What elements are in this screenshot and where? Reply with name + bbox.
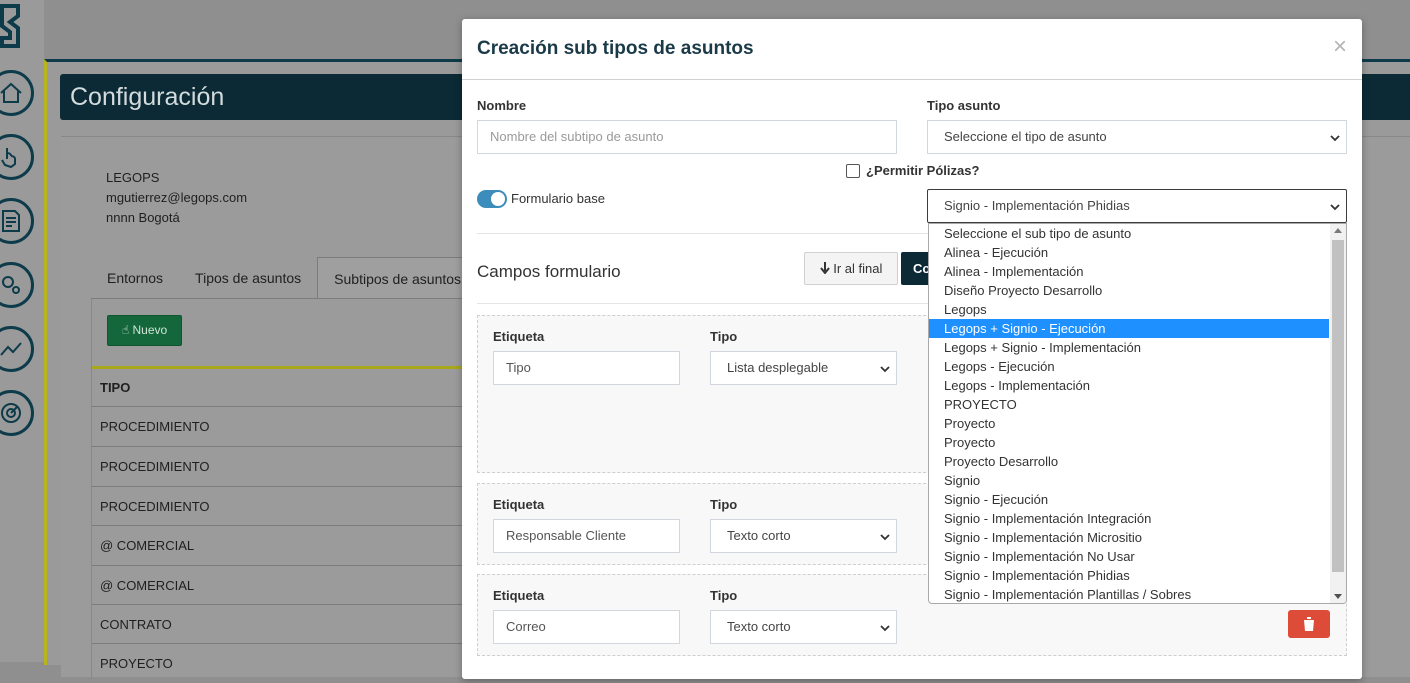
dropdown-option[interactable]: Signio - Implementación No Usar [929, 547, 1329, 566]
table-row[interactable]: PROYECTO [92, 643, 472, 682]
field-type-title: Tipo [710, 497, 738, 512]
plus-hand-icon: ☝ [121, 323, 130, 337]
name-label: Nombre [477, 98, 527, 113]
type-select-value: Seleccione el tipo de asunto [944, 129, 1107, 144]
dropdown-option[interactable]: Signio - Implementación Micrositio [929, 528, 1329, 547]
table-row[interactable]: @ COMERCIAL [92, 525, 472, 564]
tab-subtipos-asuntos[interactable]: Subtipos de asuntos [317, 257, 479, 299]
field-type-value: Texto corto [727, 528, 791, 543]
section-title: Campos formulario [477, 262, 621, 281]
tab-tipos-asuntos[interactable]: Tipos de asuntos [179, 257, 317, 299]
chevron-down-icon [880, 352, 890, 384]
form-base-label: Formulario base [511, 191, 605, 206]
field-label-title: Etiqueta [493, 497, 545, 512]
home-icon[interactable] [0, 70, 34, 116]
new-button[interactable]: ☝ Nuevo [107, 315, 182, 346]
tab-entornos[interactable]: Entornos [91, 257, 179, 299]
field-label-title: Etiqueta [493, 588, 545, 603]
arrow-down-icon [819, 261, 834, 276]
table-header-divider [92, 366, 472, 369]
modal-title: Creación sub tipos de asuntos [477, 38, 754, 59]
dropdown-option[interactable]: Proyecto [929, 414, 1329, 433]
chevron-down-icon [880, 520, 890, 552]
subtype-select-value: Signio - Implementación Phidias [944, 198, 1130, 213]
radar-icon[interactable] [0, 390, 34, 436]
config-tabs: Entornos Tipos de asuntos Subtipos de as… [91, 257, 479, 299]
table-header-tipo: TIPO [100, 380, 131, 395]
form-base-toggle[interactable] [477, 190, 507, 208]
company-name: LEGOPS [106, 170, 160, 185]
delete-field-button[interactable] [1288, 610, 1330, 638]
type-label: Tipo asunto [927, 98, 1001, 113]
field-type-select[interactable]: Texto corto [710, 610, 897, 644]
table-row[interactable]: PROCEDIMIENTO [92, 446, 472, 485]
field-label-input[interactable]: Responsable Cliente [493, 519, 680, 553]
account-info: LEGOPS mgutierrez@legops.com nnnn Bogotá [106, 168, 247, 228]
dropdown-options: Seleccione el sub tipo de asunto Alinea -… [929, 224, 1346, 603]
trash-icon [1303, 617, 1315, 631]
modal-header: Creación sub tipos de asuntos × [462, 19, 1362, 80]
dropdown-option[interactable]: Diseño Proyecto Desarrollo [929, 281, 1329, 300]
table-row[interactable]: PROCEDIMIENTO [92, 406, 472, 445]
dropdown-option[interactable]: Alinea - Implementación [929, 262, 1329, 281]
dropdown-option[interactable]: PROYECTO [929, 395, 1329, 414]
table-row[interactable]: @ COMERCIAL [92, 565, 472, 604]
logo-icon [0, 4, 20, 48]
table-row[interactable]: PROCEDIMIENTO [92, 486, 472, 525]
dropdown-option[interactable]: Alinea - Ejecución [929, 243, 1329, 262]
left-rail [0, 0, 44, 662]
polizas-checkbox[interactable] [846, 164, 860, 178]
field-type-title: Tipo [710, 329, 738, 344]
dropdown-option[interactable]: Seleccione el sub tipo de asunto [929, 224, 1329, 243]
toggle-knob [491, 192, 505, 206]
scroll-thumb[interactable] [1332, 240, 1344, 572]
go-to-end-label: Ir al final [833, 261, 883, 276]
dropdown-option[interactable]: Legops + Signio - Implementación [929, 338, 1329, 357]
new-button-label: Nuevo [132, 323, 168, 337]
dropdown-option[interactable]: Signio - Implementación Phidias [929, 566, 1329, 585]
subtype-dropdown-list: Seleccione el sub tipo de asunto Alinea -… [928, 223, 1347, 604]
field-type-value: Texto corto [727, 619, 791, 634]
field-type-select[interactable]: Lista desplegable [710, 351, 897, 385]
scroll-down-icon[interactable] [1334, 594, 1342, 599]
dropdown-option[interactable]: Legops [929, 300, 1329, 319]
dropdown-scrollbar[interactable] [1330, 224, 1346, 603]
dropdown-option[interactable]: Legops - Implementación [929, 376, 1329, 395]
document-icon[interactable] [0, 198, 34, 244]
field-type-title: Tipo [710, 588, 738, 603]
table-row[interactable]: CONTRATO [92, 604, 472, 643]
chevron-down-icon [880, 611, 890, 643]
dropdown-option[interactable]: Signio - Ejecución [929, 490, 1329, 509]
go-to-end-button[interactable]: Ir al final [804, 252, 898, 285]
user-email: mgutierrez@legops.com [106, 190, 248, 205]
type-select[interactable]: Seleccione el tipo de asunto [927, 120, 1347, 154]
dropdown-option[interactable]: Signio - Implementación Plantillas / Sob… [929, 585, 1329, 603]
chart-line-icon[interactable] [0, 326, 34, 372]
gears-icon[interactable] [0, 262, 34, 308]
dropdown-option[interactable]: Legops - Ejecución [929, 357, 1329, 376]
polizas-label: ¿Permitir Pólizas? [866, 163, 980, 178]
dropdown-option[interactable]: Signio [929, 471, 1329, 490]
chevron-down-icon [1330, 121, 1340, 153]
hand-pointer-icon[interactable] [0, 134, 34, 180]
dropdown-option[interactable]: Signio - Implementación Integración [929, 509, 1329, 528]
dropdown-option[interactable]: Legops + Signio - Ejecución [929, 319, 1329, 338]
dropdown-option[interactable]: Proyecto Desarrollo [929, 452, 1329, 471]
user-location: nnnn Bogotá [106, 210, 180, 225]
chevron-down-icon [1330, 190, 1340, 222]
close-icon[interactable]: × [1333, 35, 1347, 59]
scroll-up-icon[interactable] [1334, 228, 1342, 233]
dropdown-option[interactable]: Proyecto [929, 433, 1329, 452]
field-type-value: Lista desplegable [727, 360, 829, 375]
field-label-input[interactable]: Correo [493, 610, 680, 644]
subtype-select[interactable]: Signio - Implementación Phidias [927, 189, 1347, 223]
field-label-title: Etiqueta [493, 329, 545, 344]
field-type-select[interactable]: Texto corto [710, 519, 897, 553]
name-input[interactable]: Nombre del subtipo de asunto [477, 120, 897, 154]
field-label-input[interactable]: Tipo [493, 351, 680, 385]
